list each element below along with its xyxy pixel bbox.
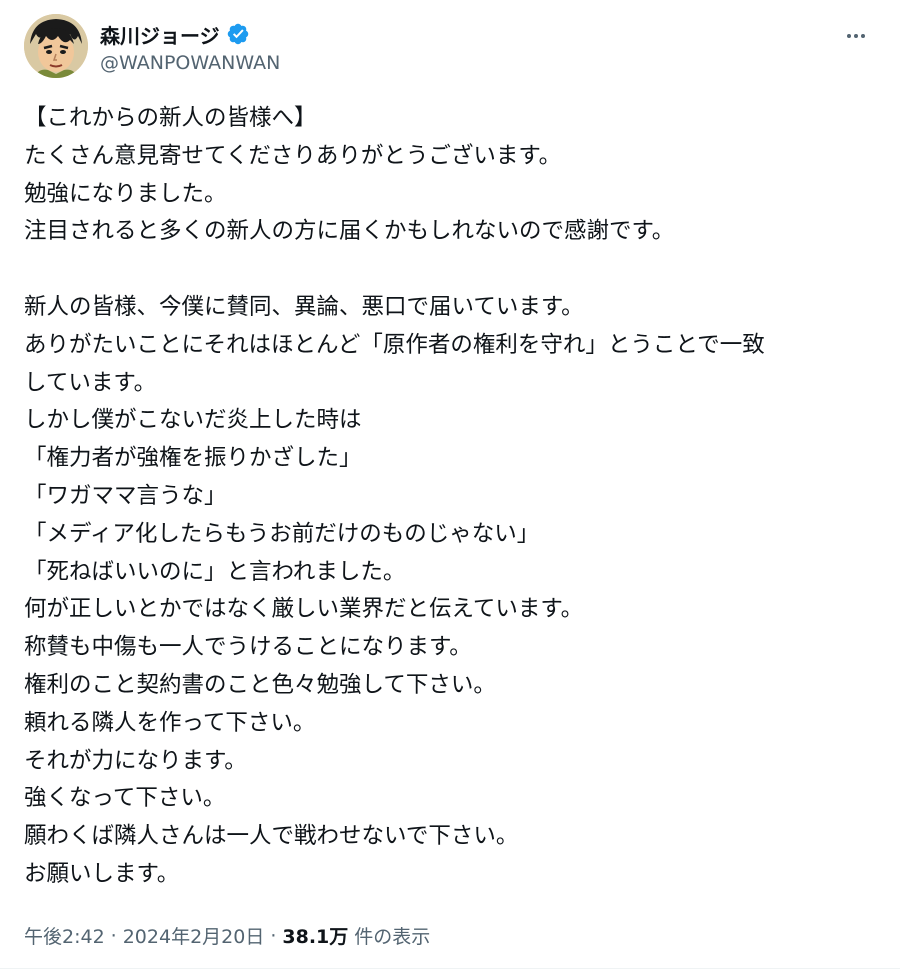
tweet-date[interactable]: 2024年2月20日	[123, 922, 265, 949]
tweet-time[interactable]: 午後2:42	[24, 922, 105, 949]
tweet-line: 権利のこと契約書のこと色々勉強して下さい。	[24, 671, 496, 698]
tweet-line: 願わくば隣人さんは一人で戦わせないで下さい。	[24, 823, 519, 850]
tweet-line: 「メディア化したらもうお前だけのものじゃない」	[24, 520, 540, 547]
author-handle[interactable]: @WANPOWANWAN	[100, 52, 280, 74]
tweet-line: お願いします。	[24, 860, 180, 887]
tweet-meta: 午後2:42 · 2024年2月20日 · 38.1万 件の表示	[24, 922, 430, 949]
tweet-line: 称賛も中傷も一人でうけることになります。	[24, 634, 472, 661]
tweet-line: 注目されると多くの新人の方に届くかもしれないので感謝です。	[24, 218, 675, 245]
meta-separator: ·	[110, 924, 117, 947]
tweet-line: 強くなって下さい。	[24, 785, 226, 812]
tweet-line: 「ワガママ言うな」	[24, 482, 227, 509]
tweet-line: しています。	[24, 369, 157, 396]
tweet-line: ありがたいことにそれはほとんど「原作者の権利を守れ」とうことで一致	[24, 331, 765, 358]
author-display-name[interactable]: 森川ジョージ	[100, 20, 220, 49]
views-count: 38.1万	[282, 926, 349, 948]
tweet-line: 【これからの新人の皆様へ】	[24, 105, 317, 131]
more-options-icon[interactable]	[842, 22, 870, 50]
views-label: 件の表示	[354, 926, 431, 948]
meta-separator: ·	[270, 924, 277, 947]
verified-badge-icon[interactable]	[226, 22, 250, 46]
tweet-text: 【これからの新人の皆様へ】 たくさん意見寄せてくださりありがとうございます。 勉…	[24, 100, 876, 894]
manga-character-avatar-icon[interactable]	[24, 14, 88, 78]
tweet-line: 「死ねばいいのに」と言われました。	[24, 558, 406, 585]
author-name-row: 森川ジョージ	[100, 20, 280, 48]
tweet-header: 森川ジョージ @WANPOWANWAN	[24, 14, 876, 80]
tweet-line: 何が正しいとかではなく厳しい業界だと伝えています。	[24, 596, 584, 623]
author-block: 森川ジョージ @WANPOWANWAN	[100, 20, 280, 75]
tweet-card: 森川ジョージ @WANPOWANWAN 【これからの新人の皆様へ】 たくさん意見…	[0, 0, 900, 972]
tweet-line: 勉強になりました。	[24, 180, 227, 207]
tweet-line: たくさん意見寄せてくださりありがとうございます。	[24, 142, 562, 169]
tweet-line: 頼れる隣人を作って下さい。	[24, 709, 316, 736]
tweet-line: それが力になります。	[24, 747, 247, 774]
tweet-line: 「権力者が強権を振りかざした」	[24, 445, 362, 472]
tweet-line: しかし僕がこないだ炎上した時は	[24, 407, 362, 434]
tweet-line: 新人の皆様、今僕に賛同、異論、悪口で届いています。	[24, 293, 584, 320]
divider	[0, 968, 900, 969]
